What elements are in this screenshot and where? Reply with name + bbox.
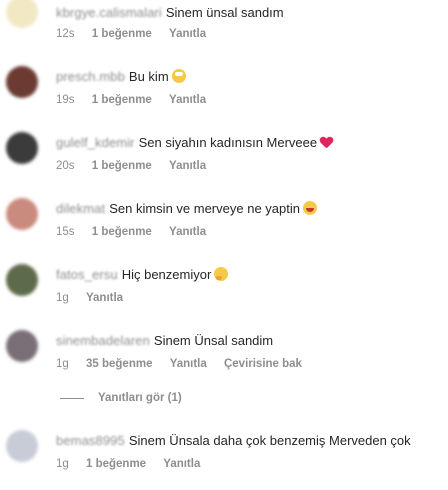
comment-item: bemas8995 Sinem Ünsala daha çok benzemiş … <box>0 430 448 490</box>
likes-count[interactable]: 1 beğenme <box>92 226 152 238</box>
comment-text: Bu kim <box>128 69 169 84</box>
face-with-rolling-eyes-icon <box>171 69 186 83</box>
comment-item: presch.mbb Bu kim 19s 1 beğenme Yanıtla <box>0 66 448 126</box>
comment-item: gulelf_kdemir Sen siyahın kadınısın Merve… <box>0 132 448 192</box>
comment-time: 19s <box>56 94 75 106</box>
avatar[interactable] <box>6 264 38 296</box>
avatar[interactable] <box>6 0 38 28</box>
comment-text: Sinem Ünsala daha çok benzemiş Merveden … <box>128 433 411 448</box>
comment-username[interactable]: kbrgye.calismalari <box>56 5 162 20</box>
reply-button[interactable]: Yanıtla <box>169 160 206 172</box>
comment-meta: 20s 1 beğenme Yanıtla <box>56 160 220 172</box>
comment-username[interactable]: presch.mbb <box>56 69 125 84</box>
comment-text: Sinem Ünsal sandim <box>153 333 274 348</box>
comment-text: Hiç benzemiyor <box>121 267 212 282</box>
avatar[interactable] <box>6 430 38 462</box>
likes-count[interactable]: 1 beğenme <box>92 94 152 106</box>
comment-meta: 1g 35 beğenme Yanıtla Çevirisine bak <box>56 358 316 370</box>
likes-count[interactable]: 35 beğenme <box>86 358 152 370</box>
comment-line: presch.mbb Bu kim <box>56 68 186 86</box>
comment-time: 20s <box>56 160 75 172</box>
comment-username[interactable]: bemas8995 <box>56 433 125 448</box>
reply-button[interactable]: Yanıtla <box>170 358 207 370</box>
comment-meta: 1g Yanıtla <box>56 292 137 304</box>
reply-button[interactable]: Yanıtla <box>169 94 206 106</box>
likes-count[interactable]: 1 beğenme <box>92 28 152 40</box>
likes-count[interactable]: 1 beğenme <box>92 160 152 172</box>
comment-username[interactable]: fatos_ersu <box>56 267 118 282</box>
heart-icon <box>320 137 333 149</box>
comment-time: 1g <box>56 292 69 304</box>
comment-meta: 1g 1 beğenme Yanıtla <box>56 458 214 470</box>
comment-time: 1g <box>56 358 69 370</box>
replies-divider <box>60 397 84 399</box>
comment-line: fatos_ersu Hiç benzemiyor <box>56 266 229 284</box>
comment-line: sinembadelaren Sinem Ünsal sandim <box>56 332 273 350</box>
thinking-face-icon <box>214 267 229 281</box>
view-replies-button[interactable]: Yanıtları gör (1) <box>60 392 182 404</box>
comment-time: 12s <box>56 28 75 40</box>
comment-meta: 15s 1 beğenme Yanıtla <box>56 226 220 238</box>
comment-username[interactable]: dilekmat <box>56 201 105 216</box>
comment-username[interactable]: sinembadelaren <box>56 333 150 348</box>
comment-line: bemas8995 Sinem Ünsala daha çok benzemiş … <box>56 432 411 450</box>
comment-time: 15s <box>56 226 75 238</box>
comment-line: gulelf_kdemir Sen siyahın kadınısın Merve… <box>56 134 333 152</box>
comment-username[interactable]: gulelf_kdemir <box>56 135 135 150</box>
view-replies-label: Yanıtları gör (1) <box>98 392 182 404</box>
avatar[interactable] <box>6 132 38 164</box>
comment-text: Sen kimsin ve merveye ne yaptin <box>109 201 300 216</box>
avatar[interactable] <box>6 198 38 230</box>
reply-button[interactable]: Yanıtla <box>169 28 206 40</box>
avatar[interactable] <box>6 66 38 98</box>
comment-item: kbrgye.calismalari Sinem ünsal sandım 12s… <box>0 0 448 52</box>
avatar[interactable] <box>6 330 38 362</box>
comment-meta: 19s 1 beğenme Yanıtla <box>56 94 220 106</box>
comment-text: Sinem ünsal sandım <box>165 5 284 20</box>
comment-feed: kbrgye.calismalari Sinem ünsal sandım 12s… <box>0 0 448 474</box>
reply-button[interactable]: Yanıtla <box>169 226 206 238</box>
comment-item: sinembadelaren Sinem Ünsal sandim 1g 35 b… <box>0 330 448 390</box>
comment-item: fatos_ersu Hiç benzemiyor 1g Yanıtla <box>0 264 448 324</box>
comment-time: 1g <box>56 458 69 470</box>
comment-line: dilekmat Sen kimsin ve merveye ne yaptin <box>56 200 317 218</box>
comment-text: Sen siyahın kadınısın Merveee <box>138 135 318 150</box>
comment-item: dilekmat Sen kimsin ve merveye ne yaptin … <box>0 198 448 258</box>
translate-button[interactable]: Çevirisine bak <box>224 358 302 370</box>
comment-line: kbrgye.calismalari Sinem ünsal sandım <box>56 4 284 22</box>
likes-count[interactable]: 1 beğenme <box>86 458 146 470</box>
laughing-face-icon <box>302 201 317 215</box>
comment-meta: 12s 1 beğenme Yanıtla <box>56 28 220 40</box>
reply-button[interactable]: Yanıtla <box>163 458 200 470</box>
reply-button[interactable]: Yanıtla <box>86 292 123 304</box>
